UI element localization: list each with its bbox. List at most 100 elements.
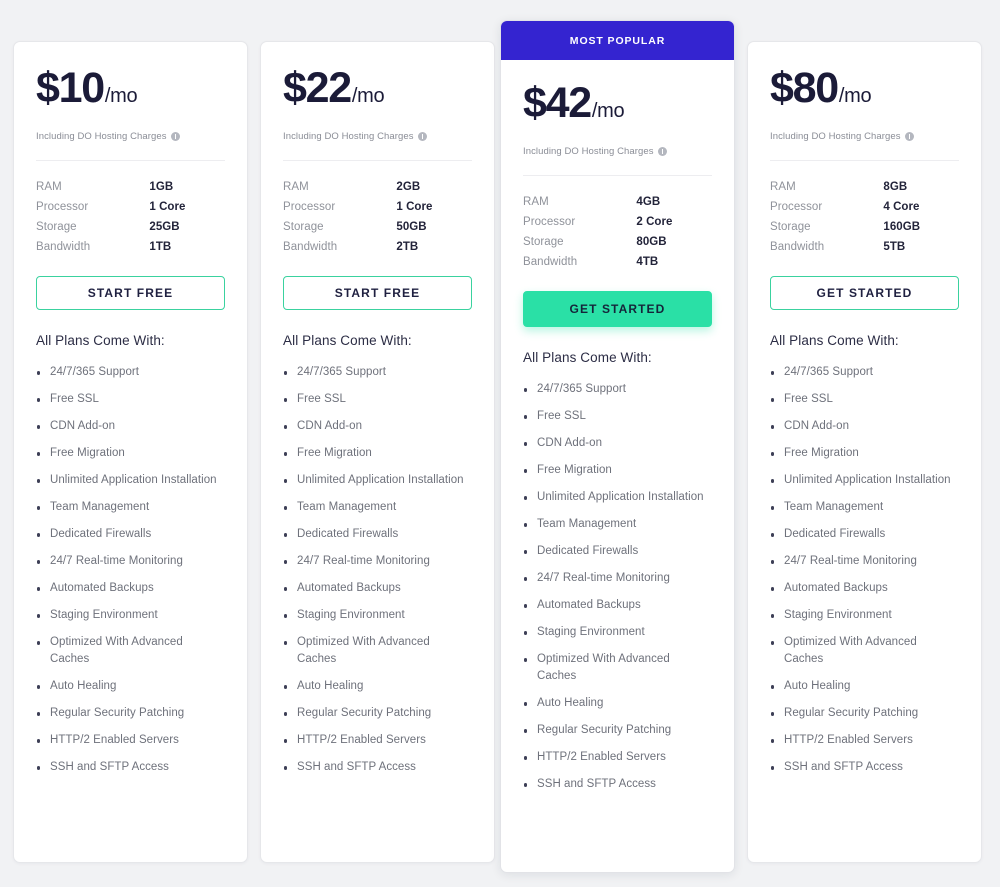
feature-item: CDN Add-on — [36, 418, 225, 435]
spec-label-bandwidth: Bandwidth — [523, 256, 578, 269]
cta-wrap: GET STARTED — [748, 261, 981, 311]
spec-label-storage: Storage — [523, 236, 564, 249]
feature-item: CDN Add-on — [283, 418, 472, 435]
spec-label-ram: RAM — [523, 196, 549, 209]
feature-item: CDN Add-on — [523, 435, 712, 452]
feature-item: Team Management — [770, 499, 959, 516]
feature-item: Free Migration — [523, 462, 712, 479]
spec-value-processor: 1 Core — [149, 201, 186, 214]
spec-label-ram: RAM — [283, 181, 309, 194]
feature-item: 24/7/365 Support — [36, 364, 225, 381]
feature-item: 24/7/365 Support — [283, 364, 472, 381]
feature-item: Automated Backups — [523, 597, 712, 614]
feature-item: Staging Environment — [770, 607, 959, 624]
plan-cta-button[interactable]: START FREE — [283, 276, 472, 311]
info-icon[interactable] — [657, 147, 667, 157]
spec-value-storage: 50GB — [396, 221, 427, 234]
feature-item: 24/7 Real-time Monitoring — [36, 553, 225, 570]
feature-item: Auto Healing — [283, 678, 472, 695]
feature-item: Dedicated Firewalls — [523, 543, 712, 560]
price-line: $80/mo — [770, 65, 959, 111]
feature-item: Automated Backups — [283, 580, 472, 597]
plan-cta-button[interactable]: GET STARTED — [770, 276, 959, 311]
info-icon[interactable] — [417, 132, 427, 142]
feature-item: HTTP/2 Enabled Servers — [36, 732, 225, 749]
spec-row-ram: RAM 8GB — [770, 181, 959, 193]
feature-list: 24/7/365 Support Free SSL CDN Add-on Free M… — [36, 364, 225, 776]
feature-item: Dedicated Firewalls — [36, 526, 225, 543]
price-period: /mo — [591, 100, 625, 122]
price-amount: $10 — [36, 64, 105, 112]
spec-label-bandwidth: Bandwidth — [36, 241, 91, 254]
features-title: All Plans Come With: — [36, 333, 165, 349]
feature-item: Staging Environment — [523, 624, 712, 641]
spec-value-storage: 80GB — [636, 236, 667, 249]
pricing-card: $80/mo Including DO Hosting Charges RAM 8GB… — [747, 41, 982, 863]
feature-item: Free SSL — [523, 408, 712, 425]
feature-item: Staging Environment — [36, 607, 225, 624]
spec-label-storage: Storage — [36, 221, 77, 234]
most-popular-badge: MOST POPULAR — [501, 21, 734, 60]
price-period: /mo — [104, 85, 138, 107]
spec-row-bandwidth: Bandwidth 2TB — [283, 241, 472, 253]
price-note: Including DO Hosting Charges — [283, 131, 472, 142]
pricing-card: $10/mo Including DO Hosting Charges RAM 1GB… — [13, 41, 248, 863]
feature-item: Optimized With Advanced Caches — [283, 634, 472, 668]
specs-table: RAM 8GB Processor 4 Core Storage 160GB Bandwid… — [748, 161, 981, 261]
spec-value-bandwidth: 1TB — [149, 241, 172, 254]
spec-label-processor: Processor — [283, 201, 336, 214]
spec-value-processor: 4 Core — [883, 201, 920, 214]
spec-label-ram: RAM — [36, 181, 62, 194]
price-note: Including DO Hosting Charges — [770, 131, 959, 142]
feature-item: Free SSL — [770, 391, 959, 408]
feature-item: Free Migration — [283, 445, 472, 462]
plan-cta-button[interactable]: START FREE — [36, 276, 225, 311]
features-section: All Plans Come With: 24/7/365 Support Free… — [748, 310, 981, 862]
feature-item: Unlimited Application Installation — [283, 472, 472, 489]
spec-label-processor: Processor — [36, 201, 89, 214]
pricing-card: $22/mo Including DO Hosting Charges RAM 2GB… — [260, 41, 495, 863]
spec-value-storage: 160GB — [883, 221, 921, 234]
spec-value-ram: 4GB — [636, 196, 661, 209]
plan-cta-button[interactable]: GET STARTED — [523, 291, 712, 328]
feature-item: Dedicated Firewalls — [770, 526, 959, 543]
specs-table: RAM 4GB Processor 2 Core Storage 80GB Bandwidt… — [501, 176, 734, 276]
features-section: All Plans Come With: 24/7/365 Support Free… — [501, 327, 734, 872]
spec-row-processor: Processor 2 Core — [523, 216, 712, 228]
feature-item: Auto Healing — [523, 695, 712, 712]
feature-item: Unlimited Application Installation — [523, 489, 712, 506]
price-amount: $22 — [283, 64, 352, 112]
info-icon[interactable] — [170, 132, 180, 142]
spec-row-storage: Storage 25GB — [36, 221, 225, 233]
feature-item: Optimized With Advanced Caches — [36, 634, 225, 668]
price-period: /mo — [838, 85, 872, 107]
feature-item: Optimized With Advanced Caches — [770, 634, 959, 668]
feature-item: SSH and SFTP Access — [283, 759, 472, 776]
spec-row-storage: Storage 80GB — [523, 236, 712, 248]
spec-value-storage: 25GB — [149, 221, 180, 234]
specs-table: RAM 2GB Processor 1 Core Storage 50GB Bandwidt… — [261, 161, 494, 261]
spec-row-storage: Storage 50GB — [283, 221, 472, 233]
price-period: /mo — [351, 85, 385, 107]
cta-wrap: GET STARTED — [501, 276, 734, 328]
spec-row-bandwidth: Bandwidth 5TB — [770, 241, 959, 253]
feature-item: Auto Healing — [36, 678, 225, 695]
feature-item: 24/7 Real-time Monitoring — [770, 553, 959, 570]
spec-value-processor: 1 Core — [396, 201, 433, 214]
spec-row-ram: RAM 4GB — [523, 196, 712, 208]
spec-value-processor: 2 Core — [636, 216, 673, 229]
spec-value-ram: 8GB — [883, 181, 908, 194]
spec-value-ram: 2GB — [396, 181, 421, 194]
info-icon[interactable] — [904, 132, 914, 142]
feature-item: Regular Security Patching — [770, 705, 959, 722]
price-note-label: Including DO Hosting Charges — [283, 131, 414, 143]
price-note-label: Including DO Hosting Charges — [770, 131, 901, 143]
feature-item: Regular Security Patching — [283, 705, 472, 722]
spec-value-bandwidth: 2TB — [396, 241, 419, 254]
spec-label-storage: Storage — [770, 221, 811, 234]
feature-item: HTTP/2 Enabled Servers — [770, 732, 959, 749]
spec-value-bandwidth: 4TB — [636, 256, 659, 269]
spec-value-ram: 1GB — [149, 181, 174, 194]
feature-item: Regular Security Patching — [523, 722, 712, 739]
feature-item: Team Management — [36, 499, 225, 516]
